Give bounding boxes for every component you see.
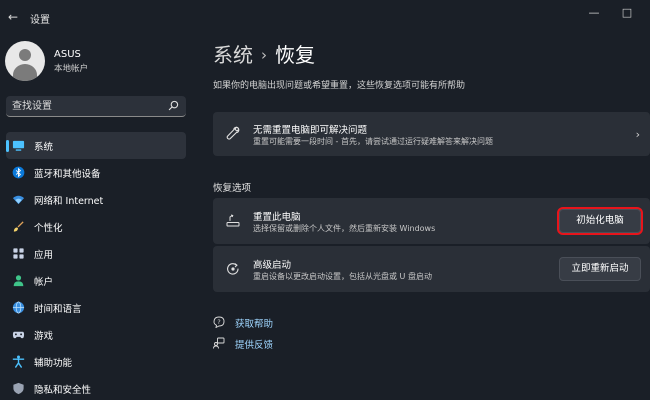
- give-feedback-label[interactable]: 提供反馈: [235, 337, 273, 351]
- maximize-button[interactable]: □: [617, 6, 637, 20]
- card-subtitle: 重启设备以更改启动设置，包括从光盘或 U 盘启动: [253, 272, 432, 281]
- troubleshoot-card[interactable]: 无需重置电脑即可解决问题 重置可能需要一段时间 - 首先，请尝试通过运行疑难解答…: [213, 112, 650, 156]
- get-help-label[interactable]: 获取帮助: [235, 316, 273, 330]
- breadcrumb-separator: ›: [261, 46, 267, 64]
- page-description: 如果你的电脑出现问题或希望重置，这些恢复选项可能有所帮助: [213, 81, 466, 91]
- person-icon: [13, 275, 24, 287]
- shield-icon: [13, 382, 24, 395]
- page-title: 系统 › 恢复: [213, 39, 315, 68]
- sidebar-item-label: 时间和语言: [34, 304, 82, 315]
- minimize-button[interactable]: —: [584, 6, 604, 20]
- sidebar-item-label: 帐户: [34, 277, 54, 288]
- breadcrumb-current: 恢复: [275, 43, 315, 67]
- monitor-icon: [12, 140, 25, 151]
- card-title: 重置此电脑: [253, 212, 301, 223]
- advanced-startup-icon: [227, 263, 239, 275]
- sidebar-item-privacy[interactable]: 隐私和安全性: [6, 375, 186, 400]
- sidebar-item-label: 应用: [34, 250, 54, 261]
- wrench-icon: [226, 126, 240, 140]
- search-box[interactable]: [6, 96, 186, 117]
- sidebar-item-gaming[interactable]: 游戏: [6, 321, 186, 348]
- svg-text:?: ?: [217, 318, 220, 326]
- sidebar-item-network[interactable]: 网络和 Internet: [6, 186, 186, 213]
- sidebar-nav: 系统 蓝牙和其他设备 网络和 Internet 个性化 应用 帐户 时间和语言 …: [6, 132, 186, 400]
- sidebar-item-label: 系统: [34, 142, 54, 153]
- sidebar-item-system[interactable]: 系统: [6, 132, 186, 159]
- account-type: 本地帐户: [54, 64, 89, 74]
- bluetooth-icon: [12, 166, 25, 179]
- reset-pc-button[interactable]: 初始化电脑: [557, 207, 643, 235]
- app-title: 设置: [30, 15, 50, 26]
- sidebar-item-personalization[interactable]: 个性化: [6, 213, 186, 240]
- card-title: 无需重置电脑即可解决问题: [253, 125, 368, 136]
- user-name: ASUS: [54, 49, 81, 60]
- section-label: 恢复选项: [213, 183, 252, 194]
- gamepad-icon: [12, 331, 25, 339]
- sidebar-item-label: 网络和 Internet: [34, 196, 104, 207]
- brush-icon: [13, 221, 24, 232]
- sidebar-item-label: 蓝牙和其他设备: [34, 169, 101, 180]
- accessibility-icon: [12, 355, 25, 368]
- globe-icon: [12, 301, 25, 314]
- card-subtitle: 重置可能需要一段时间 - 首先，请尝试通过运行疑难解答来解决问题: [253, 137, 493, 146]
- card-title: 高级启动: [253, 260, 292, 271]
- sidebar-item-accessibility[interactable]: 辅助功能: [6, 348, 186, 375]
- sidebar-item-apps[interactable]: 应用: [6, 240, 186, 267]
- sidebar-item-time-language[interactable]: 时间和语言: [6, 294, 186, 321]
- wifi-icon: [12, 195, 25, 205]
- back-button[interactable]: ←: [6, 10, 20, 24]
- breadcrumb-parent[interactable]: 系统: [213, 43, 253, 67]
- avatar-body-shape: [13, 64, 37, 81]
- sidebar-item-label: 游戏: [34, 331, 54, 342]
- reset-pc-icon: [226, 214, 240, 227]
- sidebar-item-label: 隐私和安全性: [34, 385, 92, 396]
- sidebar-item-accounts[interactable]: 帐户: [6, 267, 186, 294]
- chevron-right-icon[interactable]: ›: [636, 128, 640, 141]
- restart-now-button[interactable]: 立即重新启动: [559, 257, 641, 281]
- search-icon[interactable]: [168, 100, 179, 111]
- sidebar-item-label: 个性化: [34, 223, 63, 234]
- card-subtitle: 选择保留或删除个人文件，然后重新安装 Windows: [253, 224, 436, 233]
- search-input[interactable]: [6, 96, 166, 116]
- avatar[interactable]: [5, 41, 45, 81]
- title-bar: ← 设置 — □: [0, 0, 650, 36]
- sidebar-item-bluetooth[interactable]: 蓝牙和其他设备: [6, 159, 186, 186]
- feedback-icon: [213, 337, 225, 349]
- apps-icon: [13, 248, 24, 259]
- avatar-head-shape: [19, 49, 31, 61]
- help-icon: ?: [213, 316, 225, 328]
- sidebar-item-label: 辅助功能: [34, 358, 73, 369]
